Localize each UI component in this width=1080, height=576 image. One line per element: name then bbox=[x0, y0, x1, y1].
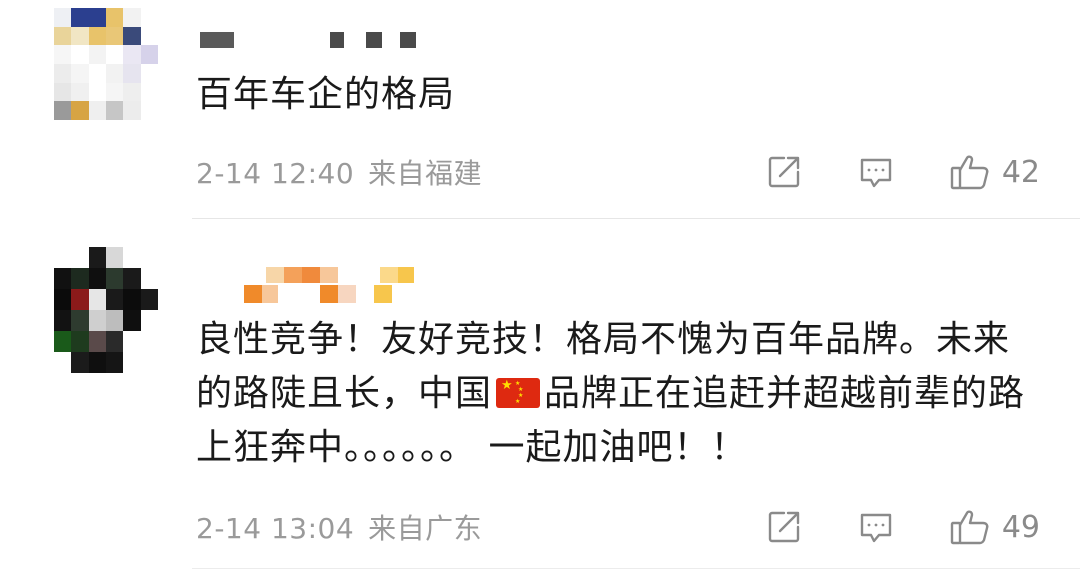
username-redacted[interactable] bbox=[196, 263, 436, 305]
comment-meta: 2-14 12:40 来自福建 bbox=[196, 152, 482, 192]
repost-button[interactable] bbox=[764, 152, 804, 192]
comment-time: 2-14 12:40 bbox=[196, 157, 355, 190]
comment-time: 2-14 13:04 bbox=[196, 512, 355, 545]
like-icon bbox=[950, 510, 989, 545]
comment-text: 百年车企的格局 bbox=[196, 74, 456, 115]
like-count: 42 bbox=[1001, 154, 1040, 190]
comment-icon bbox=[860, 158, 892, 188]
reply-button[interactable] bbox=[856, 507, 896, 547]
china-flag-icon: ★ ★ ★ ★ ★ bbox=[496, 378, 541, 408]
avatar[interactable] bbox=[54, 8, 158, 120]
like-count: 49 bbox=[1001, 509, 1040, 545]
avatar[interactable] bbox=[54, 247, 158, 373]
comment-icon bbox=[860, 513, 892, 543]
comment-location: 来自广东 bbox=[368, 512, 483, 545]
comment-item: 百年车企的格局 2-14 12:40 来自福建 42 bbox=[0, 0, 1080, 218]
like-button[interactable]: 42 bbox=[948, 150, 1040, 194]
comment-text: 良性竞争！友好竞技！格局不愧为百年品牌。未来的路陡且长，中国 ★ ★ ★ ★ ★ 品牌正在追… bbox=[196, 313, 1040, 475]
like-button[interactable]: 49 bbox=[948, 505, 1040, 549]
like-icon bbox=[950, 155, 989, 190]
comment-meta: 2-14 13:04 来自广东 bbox=[196, 507, 482, 547]
repost-icon bbox=[768, 156, 800, 188]
comment-actions: 42 bbox=[764, 150, 1040, 194]
repost-button[interactable] bbox=[764, 507, 804, 547]
divider bbox=[192, 568, 1080, 569]
username-redacted[interactable] bbox=[196, 28, 436, 50]
repost-icon bbox=[768, 511, 800, 543]
reply-button[interactable] bbox=[856, 152, 896, 192]
comment-item: 良性竞争！友好竞技！格局不愧为百年品牌。未来的路陡且长，中国 ★ ★ ★ ★ ★ 品牌正在追… bbox=[0, 219, 1080, 576]
comment-actions: 49 bbox=[764, 505, 1040, 549]
comment-location: 来自福建 bbox=[368, 157, 483, 190]
